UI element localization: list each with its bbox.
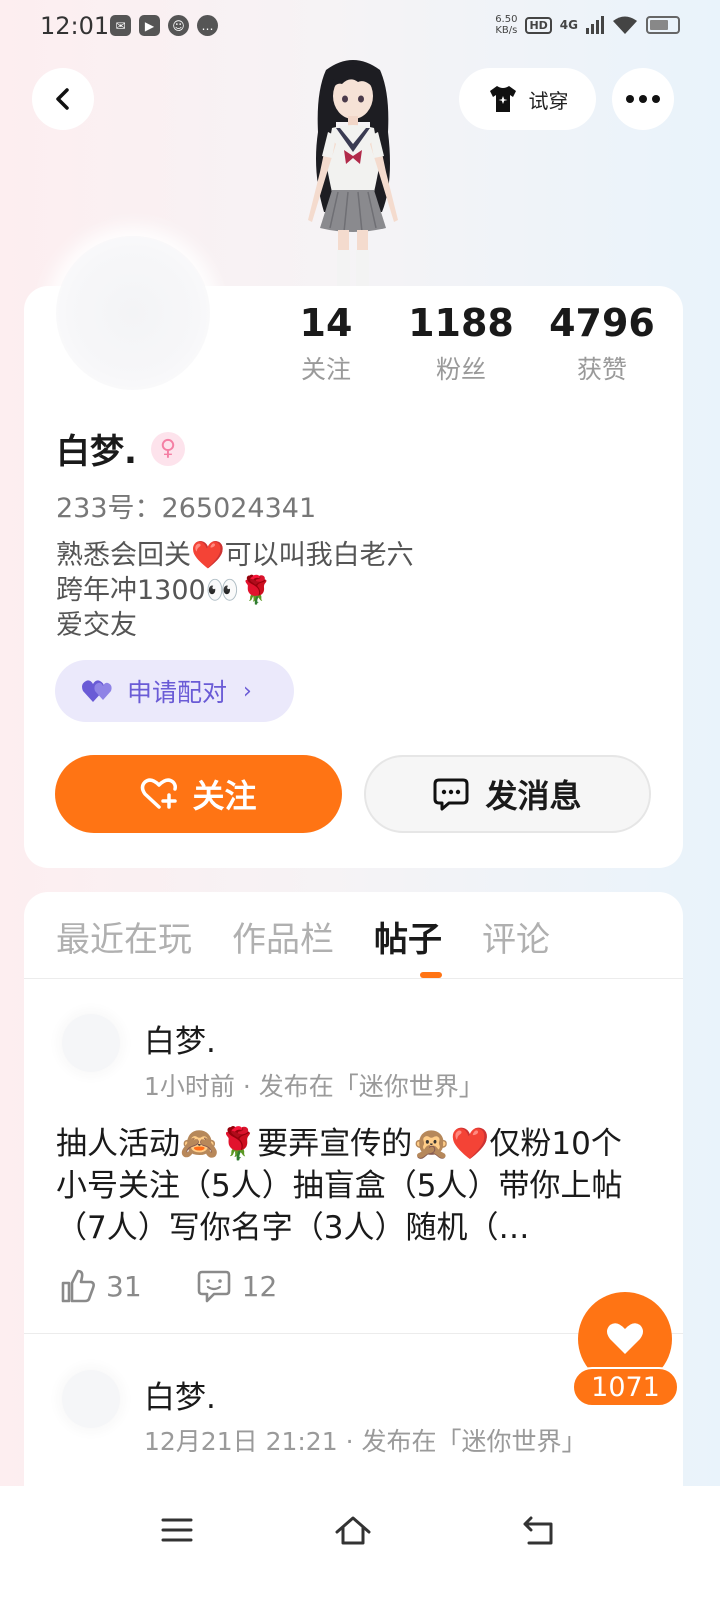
- username-row: 白梦. ♀: [56, 424, 185, 473]
- likes-label: 获赞: [576, 355, 627, 384]
- following-count: 14: [299, 301, 353, 345]
- network-type: 4G: [559, 18, 578, 32]
- apply-pair-label: 申请配对: [127, 678, 228, 707]
- wifi-icon: [613, 16, 637, 34]
- heart-icon: [607, 1323, 643, 1354]
- post-actions: 31 12: [60, 1268, 331, 1304]
- chat-notification-icon: …: [197, 15, 218, 36]
- stat-likes[interactable]: 4796 获赞: [537, 300, 667, 386]
- post-text[interactable]: 抽人活动🙈🌹要弄宣传的🙊❤️仅粉10个小号关注（5人）抽盲盒（5人）带你上帖（7…: [56, 1123, 652, 1249]
- tab-divider: [24, 978, 683, 979]
- more-dots-icon: [626, 95, 660, 103]
- apply-pair-button[interactable]: 申请配对 ›: [55, 660, 294, 722]
- status-time: 12:01: [40, 12, 110, 40]
- post-author-avatar[interactable]: [62, 1014, 120, 1072]
- tab-recently-played[interactable]: 最近在玩: [56, 912, 192, 972]
- back-button[interactable]: [32, 68, 94, 130]
- username: 白梦.: [56, 432, 137, 472]
- heart-plus-icon: [141, 778, 178, 809]
- chat-bubble-icon: [433, 778, 469, 811]
- post-like-button[interactable]: 31: [60, 1268, 142, 1304]
- net-speed-unit: KB/s: [495, 25, 518, 36]
- more-options-button[interactable]: [612, 68, 674, 130]
- try-on-button[interactable]: 试穿: [459, 68, 596, 130]
- back-nav-icon[interactable]: [519, 1510, 559, 1550]
- following-label: 关注: [300, 355, 351, 384]
- stat-following[interactable]: 14 关注: [261, 300, 391, 386]
- bio-line: 爱交友: [56, 610, 137, 641]
- post-comment-count: 12: [241, 1269, 278, 1303]
- likes-count: 4796: [549, 301, 655, 345]
- fans-count: 1188: [408, 301, 514, 345]
- user-bio: 熟悉会回关❤️可以叫我白老六 跨年冲1300👀🌹 爱交友: [56, 538, 414, 643]
- post-meta: 12月21日 21:21 · 发布在「迷你世界」: [144, 1427, 587, 1456]
- status-bar: 12:01 ✉ ▶ ☺ … 6.50 KB/s HD 4G: [0, 0, 720, 56]
- send-message-label: 发消息: [485, 777, 582, 815]
- tshirt-icon: [489, 86, 516, 112]
- floating-like-count: 1071: [572, 1367, 679, 1407]
- net-speed-value: 6.50: [495, 14, 518, 25]
- post-like-count: 31: [106, 1269, 142, 1303]
- post-comment-button[interactable]: 12: [196, 1268, 278, 1304]
- avatar-character-image[interactable]: [278, 52, 428, 292]
- bio-line: 熟悉会回关❤️可以叫我白老六: [56, 540, 414, 571]
- chevron-right-icon: ›: [243, 678, 252, 704]
- bio-line: 跨年冲1300👀🌹: [56, 575, 273, 606]
- menu-icon[interactable]: [157, 1510, 197, 1550]
- net-speed: 6.50 KB/s: [495, 14, 517, 36]
- tab-posts[interactable]: 帖子: [374, 912, 442, 972]
- user-id: 233号：265024341: [56, 493, 317, 524]
- tab-works[interactable]: 作品栏: [232, 912, 334, 972]
- follow-label: 关注: [192, 777, 257, 815]
- signal-icon: [586, 16, 604, 34]
- user-avatar[interactable]: [56, 236, 210, 390]
- female-gender-icon: ♀: [150, 431, 185, 466]
- follow-button[interactable]: 关注: [55, 755, 342, 833]
- play-notification-icon: ▶: [139, 15, 160, 36]
- app-notification-icon: ☺: [168, 15, 189, 36]
- status-right: 6.50 KB/s HD 4G: [495, 14, 680, 36]
- notification-icons: ✉ ▶ ☺ …: [110, 15, 218, 36]
- post-meta: 1小时前 · 发布在「迷你世界」: [144, 1072, 484, 1101]
- post-author-name[interactable]: 白梦.: [144, 1372, 216, 1417]
- home-icon[interactable]: [333, 1510, 373, 1550]
- back-arrow-icon: [56, 88, 69, 110]
- post-author-name[interactable]: 白梦.: [144, 1016, 216, 1061]
- tab-comments[interactable]: 评论: [482, 912, 550, 972]
- stat-fans[interactable]: 1188 粉丝: [396, 300, 526, 386]
- thumbs-up-icon: [61, 1269, 95, 1303]
- profile-tabs: 最近在玩 作品栏 帖子 评论: [56, 912, 590, 972]
- double-heart-icon: [82, 680, 112, 702]
- comment-icon: [197, 1270, 230, 1303]
- hd-icon: HD: [525, 16, 552, 34]
- system-navigation-bar: [0, 1486, 720, 1600]
- mail-notification-icon: ✉: [110, 15, 131, 36]
- try-on-label: 试穿: [528, 88, 569, 113]
- battery-icon: [646, 16, 680, 34]
- send-message-button[interactable]: 发消息: [364, 755, 651, 833]
- post-author-avatar[interactable]: [62, 1370, 120, 1428]
- fans-label: 粉丝: [435, 355, 486, 384]
